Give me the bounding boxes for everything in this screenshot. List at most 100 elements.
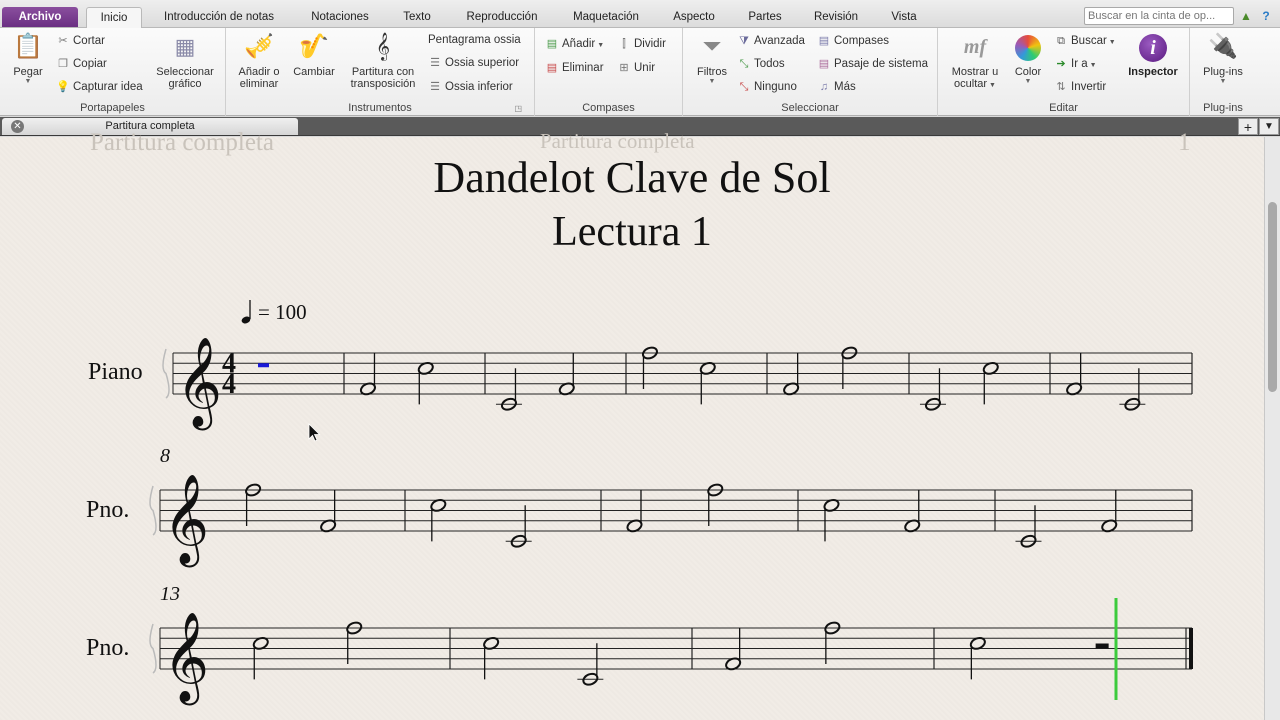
ossia-below-button[interactable]: ☰ Ossia inferior bbox=[428, 78, 513, 96]
chevron-down-icon: ▼ bbox=[1219, 78, 1227, 85]
change-instrument-button[interactable]: 🎷 Cambiar bbox=[290, 32, 338, 78]
group-label-plugins: Plug-ins bbox=[1203, 102, 1243, 114]
select-all-button[interactable]: ⤡ Todos bbox=[737, 55, 785, 73]
tab-notaciones[interactable]: Notaciones bbox=[300, 7, 380, 27]
ribbon-search-input[interactable]: Buscar en la cinta de op... bbox=[1084, 7, 1234, 25]
score-notation[interactable]: 𝄞 44𝄞𝄞 bbox=[0, 137, 1264, 720]
add-remove-label-1: Añadir o bbox=[238, 66, 280, 78]
goto-button[interactable]: ➔ Ir a ▼ bbox=[1054, 55, 1096, 73]
plugins-button[interactable]: 🔌 Plug-ins ▼ bbox=[1194, 32, 1252, 86]
select-all-label: Todos bbox=[754, 58, 785, 70]
select-more-button[interactable]: ♫ Más bbox=[817, 78, 856, 96]
join-icon: ⊞ bbox=[619, 62, 629, 74]
add-bar-button[interactable]: ▤ Añadir ▼ bbox=[545, 35, 604, 53]
scissors-icon: ✂ bbox=[58, 35, 68, 47]
tab-introduccion-notas[interactable]: Introducción de notas bbox=[152, 7, 286, 27]
tab-partes[interactable]: Partes bbox=[740, 7, 790, 27]
chevron-down-icon: ▼ bbox=[597, 42, 605, 49]
tab-texto[interactable]: Texto bbox=[392, 7, 442, 27]
tab-revision[interactable]: Revisión bbox=[804, 7, 868, 27]
capture-idea-button[interactable]: 💡 Capturar idea bbox=[56, 78, 143, 96]
delete-bar-button[interactable]: ▤ Eliminar bbox=[545, 59, 604, 77]
ossia-staff-label: Pentagrama ossia bbox=[428, 34, 521, 46]
help-icon[interactable]: ? bbox=[1258, 8, 1274, 24]
plugins-label: Plug-ins bbox=[1203, 66, 1243, 78]
find-label: Buscar bbox=[1071, 35, 1107, 47]
transposing-label-1: Partitura con bbox=[351, 66, 415, 78]
invert-button[interactable]: ⇅ Invertir bbox=[1054, 78, 1106, 96]
group-label-bars: Compases bbox=[582, 102, 635, 114]
add-remove-label-2: eliminar bbox=[239, 78, 279, 90]
copy-icon: ❐ bbox=[58, 58, 68, 70]
split-bar-button[interactable]: ⫿ Dividir bbox=[617, 35, 666, 53]
system-brace bbox=[149, 623, 157, 674]
scrollbar-thumb[interactable] bbox=[1268, 202, 1277, 392]
find-button[interactable]: ⧉ Buscar ▼ bbox=[1054, 32, 1116, 50]
treble-clef: 𝄞 bbox=[176, 337, 222, 431]
ossia-above-button[interactable]: ☰ Ossia superior bbox=[428, 54, 519, 72]
cut-label: Cortar bbox=[73, 35, 105, 47]
ossia-staff-button[interactable]: Pentagrama ossia bbox=[428, 31, 521, 49]
add-bar-icon: ▤ bbox=[546, 38, 558, 50]
capture-idea-label: Capturar idea bbox=[73, 81, 143, 93]
color-button[interactable]: Color ▼ bbox=[1010, 32, 1046, 86]
lightbulb-icon: 💡 bbox=[56, 81, 70, 93]
tab-menu-icon[interactable]: ▼ bbox=[1259, 118, 1279, 135]
treble-clef-icon: 𝄞 bbox=[375, 33, 391, 60]
mouse-cursor bbox=[308, 423, 321, 442]
select-none-label: Ninguno bbox=[754, 81, 797, 93]
bars-select-icon: ▤ bbox=[818, 35, 830, 47]
rest-half[interactable] bbox=[1095, 643, 1109, 649]
color-label: Color bbox=[1014, 66, 1042, 78]
add-tab-icon[interactable]: + bbox=[1238, 118, 1258, 135]
arrow-right-icon: ➔ bbox=[1056, 58, 1066, 70]
tab-inicio[interactable]: Inicio bbox=[86, 7, 142, 29]
tab-archivo[interactable]: Archivo bbox=[2, 7, 78, 27]
paste-label: Pegar bbox=[13, 66, 43, 78]
show-hide-button[interactable]: mf Mostrar u ocultar ▼ bbox=[946, 32, 1004, 92]
add-remove-instruments-button[interactable]: 🎺 Añadir o eliminar bbox=[234, 32, 284, 90]
treble-clef: 𝄞 bbox=[163, 474, 209, 568]
dialog-launcher-icon[interactable]: ◳ bbox=[514, 104, 522, 114]
tab-reproduccion[interactable]: Reproducción bbox=[458, 7, 546, 27]
transposing-score-button[interactable]: 𝄞 Partitura con transposición bbox=[344, 32, 422, 90]
inspector-button[interactable]: i Inspector bbox=[1124, 32, 1182, 78]
more-notes-icon: ♫ bbox=[819, 81, 829, 93]
ossia-below-label: Ossia inferior bbox=[445, 81, 513, 93]
advanced-select-button[interactable]: ⧩ Avanzada bbox=[737, 32, 805, 50]
tab-maquetacion[interactable]: Maquetación bbox=[562, 7, 650, 27]
rest-whole[interactable] bbox=[258, 363, 269, 368]
group-edit: mf Mostrar u ocultar ▼ Color ▼ ⧉ Buscar ▼ ➔… bbox=[938, 28, 1190, 116]
cut-button[interactable]: ✂ Cortar bbox=[56, 32, 105, 50]
paste-button[interactable]: 📋 Pegar ▼ bbox=[6, 32, 50, 86]
tab-aspecto[interactable]: Aspecto bbox=[664, 7, 724, 27]
tab-vista[interactable]: Vista bbox=[884, 7, 924, 27]
system-passage-button[interactable]: ▤ Pasaje de sistema bbox=[817, 55, 928, 73]
system-passage-label: Pasaje de sistema bbox=[834, 58, 928, 70]
system-brace bbox=[162, 348, 170, 399]
collapse-ribbon-icon[interactable]: ▲ bbox=[1238, 8, 1254, 24]
group-bars: ▤ Añadir ▼ ▤ Eliminar ⫿ Dividir ⊞ Unir Compas… bbox=[535, 28, 683, 116]
funnel-icon: ⏷ bbox=[702, 33, 722, 60]
copy-button[interactable]: ❐ Copiar bbox=[56, 55, 107, 73]
group-label-clipboard: Portapapeles bbox=[80, 102, 145, 114]
select-graphic-label-1: Seleccionar bbox=[156, 66, 214, 78]
treble-clef: 𝄞 bbox=[163, 612, 209, 706]
select-none-button[interactable]: ⤡ Ninguno bbox=[737, 78, 797, 96]
dynamics-mf-icon: mf bbox=[963, 36, 987, 58]
split-bar-label: Dividir bbox=[634, 38, 666, 50]
select-graphic-button[interactable]: ▦ Seleccionar gráfico bbox=[148, 32, 222, 90]
select-more-label: Más bbox=[834, 81, 856, 93]
join-bar-button[interactable]: ⊞ Unir bbox=[617, 59, 655, 77]
vertical-scrollbar[interactable] bbox=[1264, 137, 1280, 720]
group-instruments: 🎺 Añadir o eliminar 🎷 Cambiar 𝄞 Partitur… bbox=[226, 28, 535, 116]
group-clipboard: 📋 Pegar ▼ ✂ Cortar ❐ Copiar 💡 Capturar idea… bbox=[0, 28, 226, 116]
clipboard-icon: 📋 bbox=[13, 33, 43, 60]
saxophone-icon: 🎷 bbox=[299, 33, 329, 60]
show-hide-label-1: Mostrar u bbox=[951, 66, 999, 78]
filters-button[interactable]: ⏷ Filtros ▼ bbox=[691, 32, 733, 86]
select-bars-button[interactable]: ▤ Compases bbox=[817, 32, 889, 50]
change-label: Cambiar bbox=[293, 66, 335, 78]
group-plugins: 🔌 Plug-ins ▼ Plug-ins bbox=[1190, 28, 1256, 116]
chevron-down-icon: ▼ bbox=[1024, 78, 1032, 85]
